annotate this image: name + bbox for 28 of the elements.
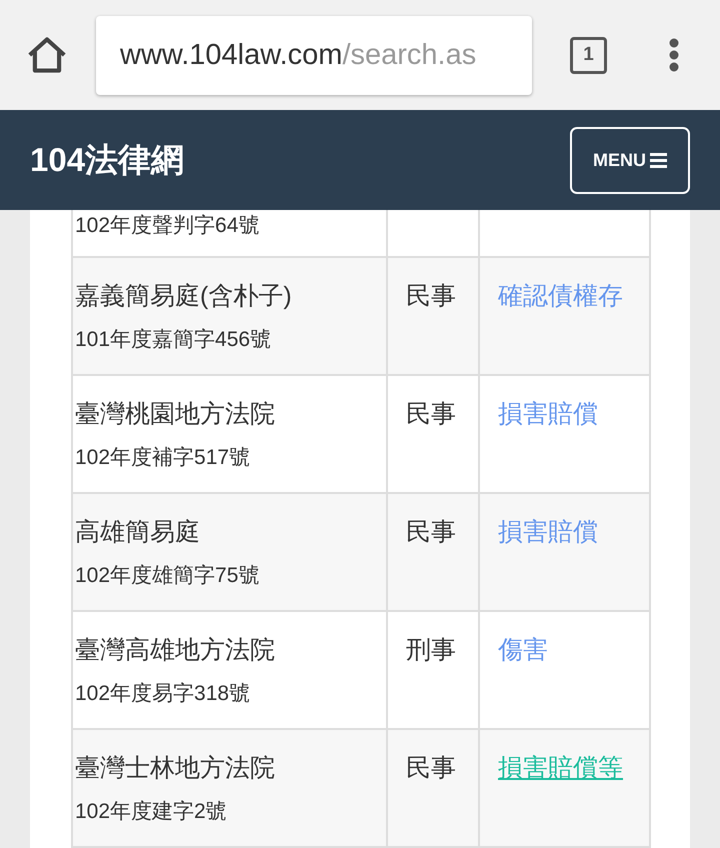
- cause-link[interactable]: 損害賠償等: [498, 754, 623, 782]
- case-type: 民事: [406, 282, 456, 310]
- home-icon[interactable]: [28, 36, 66, 74]
- court-name: 臺灣桃園地方法院: [75, 399, 276, 430]
- case-type: 民事: [406, 400, 456, 428]
- case-type: 民事: [406, 754, 456, 782]
- more-options-icon[interactable]: [669, 38, 679, 72]
- tab-switcher-button[interactable]: 1: [570, 36, 607, 74]
- cause-link[interactable]: 確認債權存: [498, 282, 623, 310]
- cause-link[interactable]: 損害賠償: [498, 400, 598, 428]
- case-number: 102年度雄簡字75號: [75, 563, 260, 589]
- case-number: 101年度嘉簡字456號: [75, 327, 272, 353]
- site-title[interactable]: 104法律網: [30, 138, 184, 182]
- case-number: 102年度建字2號: [75, 799, 228, 825]
- case-number: 102年度易字318號: [75, 681, 252, 707]
- court-name: 臺灣高雄地方法院: [75, 635, 276, 666]
- menu-button[interactable]: MENU: [570, 126, 690, 194]
- case-type: 民事: [406, 518, 456, 546]
- court-name: 高雄簡易庭: [75, 517, 201, 548]
- cause-link[interactable]: 損害賠償: [498, 518, 598, 546]
- case-number: 102年度補字517號: [75, 445, 252, 471]
- court-name: 臺灣士林地方法院: [75, 753, 276, 784]
- court-name: 嘉義簡易庭(含朴子): [75, 281, 293, 312]
- cause-link[interactable]: 傷害: [498, 636, 548, 664]
- hamburger-icon: [650, 152, 667, 168]
- case-type: 刑事: [406, 636, 456, 664]
- url-field[interactable]: www.104law.com/search.as: [96, 16, 532, 94]
- case-number: 102年度聲判字64號: [75, 213, 260, 239]
